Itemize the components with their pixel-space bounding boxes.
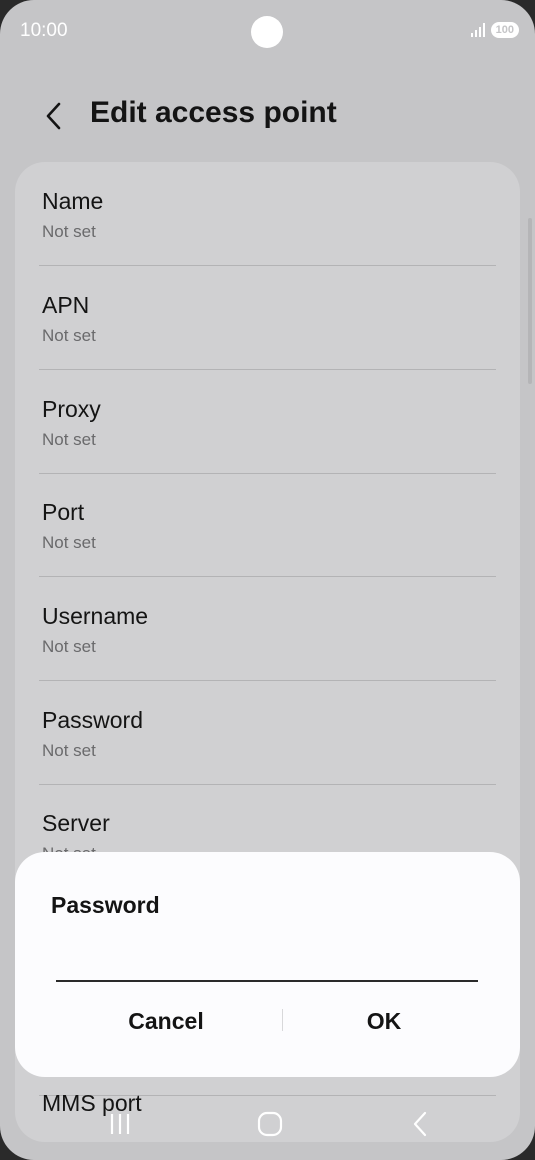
nav-back-button[interactable] <box>400 1106 440 1142</box>
scrollbar[interactable] <box>528 218 532 384</box>
back-icon <box>413 1111 427 1137</box>
list-item-value: Not set <box>42 222 96 241</box>
list-item-title: APN <box>42 292 90 318</box>
list-item-apn[interactable]: APN Not set <box>15 266 520 370</box>
cancel-button[interactable]: Cancel <box>51 999 281 1043</box>
list-item-value: Not set <box>42 741 96 760</box>
list-item-port[interactable]: Port Not set <box>15 473 520 577</box>
list-item-proxy[interactable]: Proxy Not set <box>15 370 520 474</box>
list-item-username[interactable]: Username Not set <box>15 577 520 681</box>
back-button[interactable] <box>38 96 68 136</box>
password-dialog: Password Cancel OK <box>15 852 520 1077</box>
list-item-title: Username <box>42 603 149 629</box>
home-icon <box>257 1111 283 1137</box>
battery-icon: 100 <box>490 22 519 38</box>
dialog-title: Password <box>51 892 160 918</box>
page-title: Edit access point <box>90 96 337 129</box>
phone-screen: 10:00 100 Edit access point Name Not set… <box>0 0 535 1160</box>
list-item-title: Name <box>42 188 104 214</box>
list-item-value: Not set <box>42 637 96 656</box>
status-icons: 100 <box>470 22 519 38</box>
camera-cutout <box>251 16 283 48</box>
list-item-password[interactable]: Password Not set <box>15 681 520 785</box>
status-time: 10:00 <box>20 20 68 41</box>
signal-icon <box>470 23 485 37</box>
chevron-left-icon <box>46 102 61 130</box>
list-item-title: Server <box>42 810 110 836</box>
list-item-title: Port <box>42 499 85 525</box>
password-input[interactable] <box>56 942 478 982</box>
list-item-title: Password <box>42 707 143 733</box>
list-item-name[interactable]: Name Not set <box>15 162 520 266</box>
recent-apps-button[interactable] <box>100 1106 140 1142</box>
list-item-value: Not set <box>42 430 96 449</box>
recent-apps-icon <box>110 1114 130 1134</box>
home-button[interactable] <box>250 1106 290 1142</box>
list-item-value: Not set <box>42 326 96 345</box>
list-item-title: Proxy <box>42 396 101 422</box>
ok-button[interactable]: OK <box>269 999 499 1043</box>
list-item-value: Not set <box>42 533 96 552</box>
